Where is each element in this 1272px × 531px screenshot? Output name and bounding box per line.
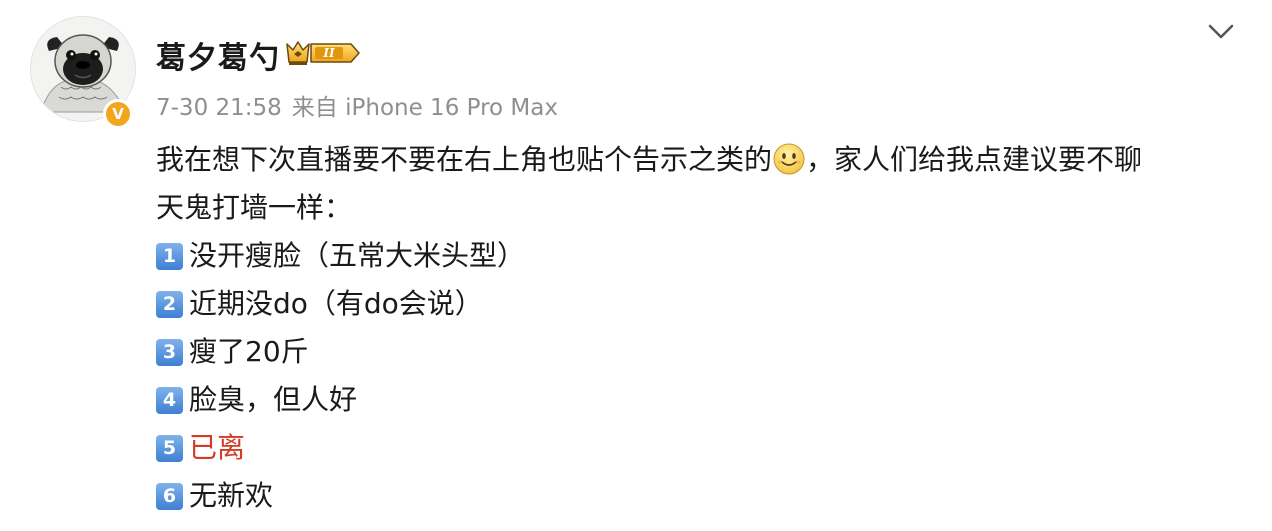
member-level: II <box>322 46 335 60</box>
keycap-number-icon: 6 <box>156 482 183 510</box>
weibo-post: V 葛夕葛勺 II 7-30 21:58 来自 iPhone 16 Pro Max… <box>0 0 1272 531</box>
list-item: 4 脸臭，但人好 <box>156 376 1246 424</box>
list-item-text: 没开瘦脸（五常大米头型） <box>189 239 526 272</box>
keycap-number-icon: 4 <box>156 386 183 414</box>
chevron-down-icon[interactable] <box>1206 20 1236 44</box>
post-meta: 7-30 21:58 来自 iPhone 16 Pro Max <box>156 88 568 122</box>
list-item: 6 无新欢 <box>156 472 1246 520</box>
list-item: 3 瘦了20斤 <box>156 328 1246 376</box>
post-content: 我在想下次直播要不要在右上角也贴个告示之类的 ，家人们给我点建议要不聊 天鬼打墙… <box>156 136 1246 520</box>
keycap-number-icon: 3 <box>156 338 183 366</box>
list-item-text-highlight: 已离 <box>189 431 246 464</box>
keycap-number-icon: 5 <box>156 434 183 462</box>
verified-icon: V <box>103 99 133 129</box>
crown-icon[interactable]: II <box>285 38 363 68</box>
content-line-1: 我在想下次直播要不要在右上角也贴个告示之类的 ，家人们给我点建议要不聊 <box>156 136 1246 184</box>
list-item: 1 没开瘦脸（五常大米头型） <box>156 232 1246 280</box>
timestamp[interactable]: 7-30 21:58 <box>156 95 282 121</box>
keycap-number-icon: 2 <box>156 290 183 318</box>
list-item-text: 瘦了20斤 <box>189 335 309 368</box>
smiley-emoji-icon <box>773 143 805 175</box>
content-text-cont: ，家人们给我点建议要不聊 <box>806 143 1143 176</box>
keycap-number-icon: 1 <box>156 242 183 270</box>
username[interactable]: 葛夕葛勺 <box>156 33 280 77</box>
list-item-text: 近期没do（有do会说） <box>189 287 483 320</box>
source-device: 来自 iPhone 16 Pro Max <box>291 95 558 121</box>
content-text: 我在想下次直播要不要在右上角也贴个告示之类的 <box>156 143 773 176</box>
list-item: 5 已离 <box>156 424 1246 472</box>
list-item-text: 脸臭，但人好 <box>189 383 358 416</box>
content-line-2: 天鬼打墙一样： <box>156 191 353 224</box>
list-item: 2 近期没do（有do会说） <box>156 280 1246 328</box>
list-item-text: 无新欢 <box>189 479 274 512</box>
